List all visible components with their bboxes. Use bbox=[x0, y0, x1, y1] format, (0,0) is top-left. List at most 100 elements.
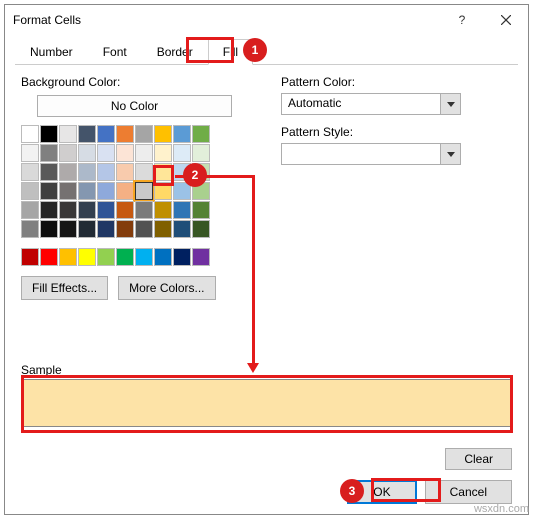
color-swatch[interactable] bbox=[59, 201, 77, 219]
color-swatch[interactable] bbox=[97, 201, 115, 219]
color-swatch[interactable] bbox=[97, 144, 115, 162]
color-swatch[interactable] bbox=[59, 182, 77, 200]
tab-number[interactable]: Number bbox=[15, 39, 88, 64]
chevron-down-icon bbox=[440, 94, 460, 114]
pattern-color-select[interactable]: Automatic bbox=[281, 93, 461, 115]
ok-button[interactable]: OK bbox=[347, 480, 416, 504]
pattern-style-value bbox=[282, 144, 440, 164]
color-swatch[interactable] bbox=[173, 220, 191, 238]
standard-color-grid bbox=[21, 248, 251, 266]
color-swatch[interactable] bbox=[78, 125, 96, 143]
color-swatch[interactable] bbox=[154, 144, 172, 162]
color-swatch[interactable] bbox=[173, 125, 191, 143]
pattern-style-label: Pattern Style: bbox=[281, 125, 512, 139]
color-swatch[interactable] bbox=[78, 163, 96, 181]
color-swatch[interactable] bbox=[135, 220, 153, 238]
color-swatch[interactable] bbox=[97, 182, 115, 200]
color-swatch[interactable] bbox=[97, 248, 115, 266]
color-swatch[interactable] bbox=[192, 125, 210, 143]
color-swatch[interactable] bbox=[40, 144, 58, 162]
pattern-color-value: Automatic bbox=[282, 94, 440, 114]
sample-label: Sample bbox=[21, 363, 62, 377]
color-swatch[interactable] bbox=[59, 125, 77, 143]
color-swatch[interactable] bbox=[116, 248, 134, 266]
color-swatch[interactable] bbox=[40, 182, 58, 200]
tab-border[interactable]: Border bbox=[142, 39, 208, 64]
color-swatch[interactable] bbox=[78, 144, 96, 162]
color-swatch[interactable] bbox=[59, 144, 77, 162]
color-swatch[interactable] bbox=[59, 248, 77, 266]
color-swatch[interactable] bbox=[135, 163, 153, 181]
color-swatch[interactable] bbox=[78, 220, 96, 238]
titlebar: Format Cells ? bbox=[5, 5, 528, 35]
color-swatch[interactable] bbox=[173, 248, 191, 266]
color-swatch[interactable] bbox=[173, 182, 191, 200]
color-swatch[interactable] bbox=[192, 144, 210, 162]
dialog-title: Format Cells bbox=[13, 13, 440, 27]
color-swatch[interactable] bbox=[40, 248, 58, 266]
color-swatch[interactable] bbox=[192, 220, 210, 238]
color-swatch[interactable] bbox=[40, 163, 58, 181]
cancel-button[interactable]: Cancel bbox=[425, 480, 512, 504]
theme-color-grid bbox=[21, 125, 251, 238]
color-swatch[interactable] bbox=[192, 182, 210, 200]
color-swatch[interactable] bbox=[21, 201, 39, 219]
color-swatch[interactable] bbox=[154, 182, 172, 200]
color-swatch[interactable] bbox=[173, 144, 191, 162]
sample-preview bbox=[21, 379, 512, 427]
close-icon bbox=[501, 15, 511, 25]
color-swatch[interactable] bbox=[21, 220, 39, 238]
color-swatch[interactable] bbox=[21, 248, 39, 266]
color-swatch[interactable] bbox=[192, 248, 210, 266]
color-swatch[interactable] bbox=[135, 144, 153, 162]
dialog-body: Background Color: No Color Fill Effects.… bbox=[5, 65, 528, 310]
color-swatch[interactable] bbox=[135, 125, 153, 143]
pattern-color-label: Pattern Color: bbox=[281, 75, 512, 89]
fill-effects-button[interactable]: Fill Effects... bbox=[21, 276, 108, 300]
color-swatch[interactable] bbox=[173, 201, 191, 219]
color-swatch[interactable] bbox=[192, 201, 210, 219]
close-button[interactable] bbox=[484, 5, 528, 35]
color-swatch[interactable] bbox=[78, 248, 96, 266]
color-swatch[interactable] bbox=[97, 125, 115, 143]
chevron-down-icon bbox=[440, 144, 460, 164]
color-swatch[interactable] bbox=[192, 163, 210, 181]
color-swatch[interactable] bbox=[40, 125, 58, 143]
color-swatch[interactable] bbox=[135, 248, 153, 266]
color-swatch[interactable] bbox=[116, 125, 134, 143]
pattern-style-select[interactable] bbox=[281, 143, 461, 165]
color-swatch[interactable] bbox=[116, 220, 134, 238]
color-swatch[interactable] bbox=[116, 144, 134, 162]
help-button[interactable]: ? bbox=[440, 5, 484, 35]
no-color-button[interactable]: No Color bbox=[37, 95, 232, 117]
color-swatch[interactable] bbox=[116, 182, 134, 200]
tab-strip: Number Font Border Fill bbox=[15, 39, 518, 65]
color-swatch[interactable] bbox=[21, 125, 39, 143]
color-swatch[interactable] bbox=[40, 201, 58, 219]
color-swatch[interactable] bbox=[97, 220, 115, 238]
color-swatch[interactable] bbox=[59, 163, 77, 181]
more-colors-button[interactable]: More Colors... bbox=[118, 276, 215, 300]
color-swatch[interactable] bbox=[154, 125, 172, 143]
color-swatch[interactable] bbox=[116, 163, 134, 181]
color-swatch[interactable] bbox=[154, 201, 172, 219]
color-swatch[interactable] bbox=[78, 182, 96, 200]
tab-font[interactable]: Font bbox=[88, 39, 142, 64]
color-swatch[interactable] bbox=[154, 163, 172, 181]
color-swatch[interactable] bbox=[40, 220, 58, 238]
clear-button[interactable]: Clear bbox=[445, 448, 512, 470]
color-swatch[interactable] bbox=[78, 201, 96, 219]
color-swatch[interactable] bbox=[173, 163, 191, 181]
background-color-label: Background Color: bbox=[21, 75, 251, 89]
color-swatch[interactable] bbox=[135, 182, 153, 200]
color-swatch[interactable] bbox=[97, 163, 115, 181]
color-swatch[interactable] bbox=[21, 144, 39, 162]
color-swatch[interactable] bbox=[154, 248, 172, 266]
tab-fill[interactable]: Fill bbox=[208, 39, 253, 65]
color-swatch[interactable] bbox=[116, 201, 134, 219]
color-swatch[interactable] bbox=[21, 163, 39, 181]
color-swatch[interactable] bbox=[154, 220, 172, 238]
color-swatch[interactable] bbox=[135, 201, 153, 219]
color-swatch[interactable] bbox=[59, 220, 77, 238]
color-swatch[interactable] bbox=[21, 182, 39, 200]
